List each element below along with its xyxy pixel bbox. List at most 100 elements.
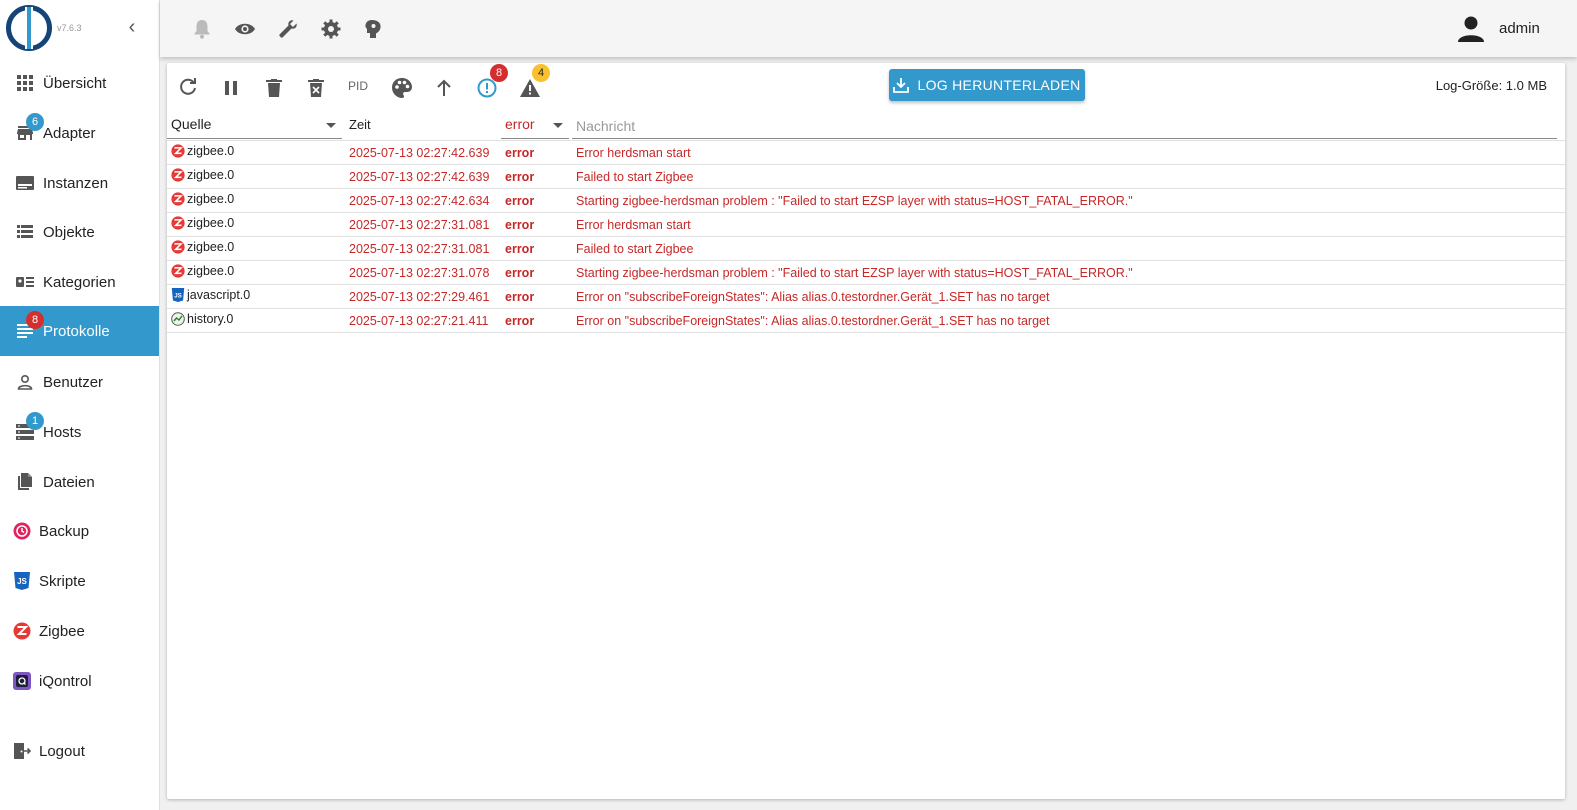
collapse-sidebar-icon[interactable]: ‹ xyxy=(122,16,142,39)
log-table: zigbee.0 2025-07-13 02:27:42.639 error E… xyxy=(167,141,1565,333)
log-source-label: zigbee.0 xyxy=(187,144,235,158)
refresh-icon[interactable] xyxy=(174,74,202,102)
palette-icon[interactable] xyxy=(388,74,416,102)
chevron-down-icon xyxy=(326,123,336,128)
sidebar-item-adapter[interactable]: 6 Adapter xyxy=(0,108,159,158)
pause-icon[interactable] xyxy=(217,74,245,102)
source-filter-select[interactable]: Quelle xyxy=(167,113,342,139)
bell-icon[interactable] xyxy=(190,17,214,41)
log-time: 2025-07-13 02:27:21.411 xyxy=(349,314,489,328)
svg-text:JS: JS xyxy=(174,292,182,299)
log-source-label: javascript.0 xyxy=(187,288,251,302)
files-icon xyxy=(16,473,34,491)
sidebar: v7.6.3 ‹ Übersicht 6 Adapter Instanzen O… xyxy=(0,0,160,810)
javascript-icon: JS xyxy=(171,288,185,302)
zigbee-icon xyxy=(13,622,31,640)
log-source-label: zigbee.0 xyxy=(187,240,235,254)
log-message: Error on "subscribeForeignStates": Alias… xyxy=(576,290,1050,304)
sidebar-item-label: Benutzer xyxy=(43,373,104,391)
log-source: zigbee.0 xyxy=(171,144,234,158)
categories-icon xyxy=(16,273,34,291)
message-filter-input[interactable] xyxy=(572,113,1557,139)
sidebar-item-hosts[interactable]: 1 Hosts xyxy=(0,407,159,457)
sidebar-item-zigbee[interactable]: Zigbee xyxy=(0,606,159,656)
svg-text:JS: JS xyxy=(17,577,27,586)
delete-log-file-icon[interactable] xyxy=(302,74,330,102)
iobroker-logo[interactable] xyxy=(6,5,52,51)
wrench-icon[interactable] xyxy=(276,17,300,41)
log-message: Error herdsman start xyxy=(576,218,691,232)
sidebar-item-dateien[interactable]: Dateien xyxy=(0,457,159,507)
log-message: Error herdsman start xyxy=(576,146,691,160)
source-filter-value: Quelle xyxy=(171,116,212,132)
sidebar-item-label: Adapter xyxy=(43,124,96,142)
sidebar-item-label: Kategorien xyxy=(43,273,116,291)
gear-icon[interactable] xyxy=(319,17,343,41)
log-time: 2025-07-13 02:27:29.461 xyxy=(349,290,490,304)
log-time: 2025-07-13 02:27:31.081 xyxy=(349,242,490,256)
zigbee-icon xyxy=(171,168,185,182)
sidebar-item-uebersicht[interactable]: Übersicht xyxy=(0,58,159,108)
log-severity: error xyxy=(505,218,535,232)
sidebar-item-label: Instanzen xyxy=(43,174,109,192)
log-source-label: zigbee.0 xyxy=(187,216,235,230)
log-message: Starting zigbee-herdsman problem : "Fail… xyxy=(576,194,1133,208)
table-row[interactable]: zigbee.0 2025-07-13 02:27:42.639 error F… xyxy=(167,165,1565,189)
log-severity: error xyxy=(505,266,535,280)
log-severity: error xyxy=(505,290,535,304)
eye-icon[interactable] xyxy=(233,17,257,41)
table-row[interactable]: zigbee.0 2025-07-13 02:27:31.081 error E… xyxy=(167,213,1565,237)
download-log-label: LOG HERUNTERLADEN xyxy=(917,77,1081,93)
table-row[interactable]: zigbee.0 2025-07-13 02:27:42.639 error E… xyxy=(167,141,1565,165)
log-time: 2025-07-13 02:27:42.634 xyxy=(349,194,490,208)
table-row[interactable]: zigbee.0 2025-07-13 02:27:31.081 error F… xyxy=(167,237,1565,261)
user-avatar-icon[interactable] xyxy=(1456,14,1486,44)
sidebar-item-iqontrol[interactable]: iQontrol xyxy=(0,656,159,706)
sidebar-item-label: Logout xyxy=(39,742,85,760)
top-bar: admin xyxy=(160,0,1577,57)
zigbee-icon xyxy=(171,144,185,158)
sidebar-item-benutzer[interactable]: Benutzer xyxy=(0,357,159,407)
sidebar-item-logout[interactable]: Logout xyxy=(0,726,159,776)
sidebar-item-protokolle[interactable]: 8 Protokolle xyxy=(0,306,159,356)
sidebar-item-label: Zigbee xyxy=(39,622,85,640)
log-message: Failed to start Zigbee xyxy=(576,242,694,256)
sidebar-item-kategorien[interactable]: Kategorien xyxy=(0,257,159,307)
history-icon xyxy=(171,312,185,326)
log-message: Error on "subscribeForeignStates": Alias… xyxy=(576,314,1050,328)
javascript-icon: JS xyxy=(13,572,31,590)
sidebar-item-backup[interactable]: Backup xyxy=(0,506,159,556)
logs-error-badge: 8 xyxy=(26,311,44,329)
expert-mode-icon[interactable] xyxy=(361,17,385,41)
sidebar-item-objekte[interactable]: Objekte xyxy=(0,207,159,257)
log-source: history.0 xyxy=(171,312,233,326)
sidebar-item-skripte[interactable]: JS Skripte xyxy=(0,556,159,606)
hosts-update-badge: 1 xyxy=(26,412,44,430)
user-name[interactable]: admin xyxy=(1499,20,1540,37)
time-column-header: Zeit xyxy=(349,117,371,132)
warning-count-badge: 4 xyxy=(532,64,550,82)
table-row[interactable]: history.0 2025-07-13 02:27:21.411 error … xyxy=(167,309,1565,333)
zigbee-icon xyxy=(171,240,185,254)
sidebar-item-label: Backup xyxy=(39,522,90,540)
log-source: JS javascript.0 xyxy=(171,288,250,302)
log-message: Failed to start Zigbee xyxy=(576,170,694,184)
log-message: Starting zigbee-herdsman problem : "Fail… xyxy=(576,266,1133,280)
log-source-label: zigbee.0 xyxy=(187,264,235,278)
table-row[interactable]: JS javascript.0 2025-07-13 02:27:29.461 … xyxy=(167,285,1565,309)
delete-icon[interactable] xyxy=(260,74,288,102)
version-label: v7.6.3 xyxy=(57,23,82,33)
sidebar-item-instanzen[interactable]: Instanzen xyxy=(0,158,159,208)
table-row[interactable]: zigbee.0 2025-07-13 02:27:31.078 error S… xyxy=(167,261,1565,285)
download-log-button[interactable]: LOG HERUNTERLADEN xyxy=(889,69,1085,101)
log-severity: error xyxy=(505,194,535,208)
apps-grid-icon xyxy=(16,74,34,92)
log-source: zigbee.0 xyxy=(171,168,234,182)
table-row[interactable]: zigbee.0 2025-07-13 02:27:42.634 error S… xyxy=(167,189,1565,213)
severity-filter-select[interactable]: error xyxy=(501,113,569,139)
sidebar-header: v7.6.3 ‹ xyxy=(0,0,159,57)
log-source: zigbee.0 xyxy=(171,264,234,278)
arrow-up-icon[interactable] xyxy=(430,74,458,102)
pid-toggle[interactable]: PID xyxy=(348,79,368,93)
log-severity: error xyxy=(505,170,535,184)
